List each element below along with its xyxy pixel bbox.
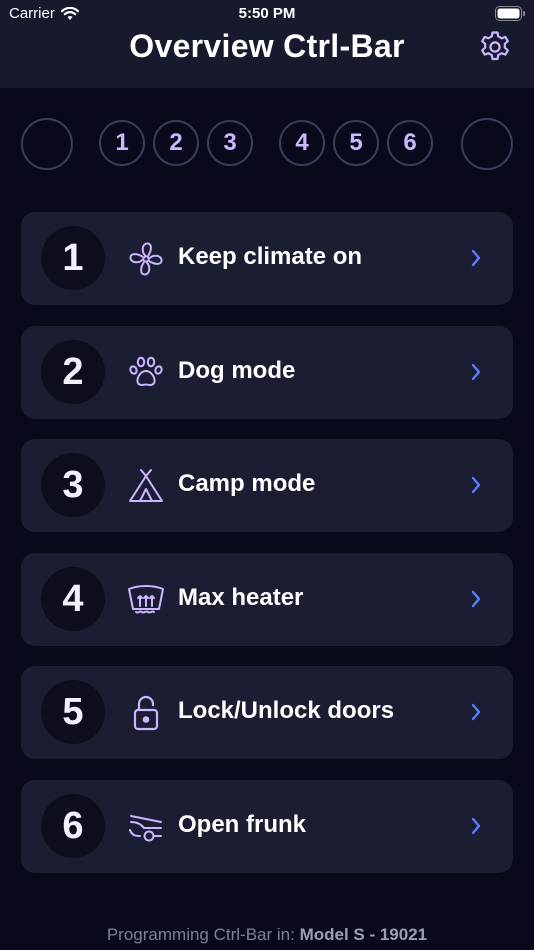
button-label: Dog mode <box>178 357 296 384</box>
button-label: Max heater <box>178 584 304 611</box>
page-title: Overview Ctrl-Bar <box>129 28 405 64</box>
chevron-right-icon <box>471 817 481 835</box>
button-label: Open frunk <box>178 811 307 838</box>
chevron-right-icon <box>471 249 481 267</box>
button-row-3[interactable]: 3 Camp mode <box>21 439 513 532</box>
chevron-right-icon <box>471 703 481 721</box>
chevron-right-icon <box>471 476 481 494</box>
navigation-header: Carrier 5:50 PM Overview Ctrl-Bar <box>0 0 534 88</box>
slot-2: 2 <box>153 120 199 166</box>
paw-icon <box>129 356 163 386</box>
button-number: 6 <box>41 794 105 858</box>
slot-empty-left <box>21 118 73 170</box>
button-label: Lock/Unlock doors <box>178 697 395 724</box>
button-label: Camp mode <box>178 470 316 497</box>
defrost-heater-icon <box>128 585 164 614</box>
button-number: 3 <box>41 453 105 517</box>
button-label: Keep climate on <box>178 243 363 270</box>
slot-5: 5 <box>333 120 379 166</box>
slot-6: 6 <box>387 120 433 166</box>
slot-3: 3 <box>207 120 253 166</box>
button-number: 4 <box>41 567 105 631</box>
frunk-icon <box>129 815 162 842</box>
status-bar: Carrier 5:50 PM <box>0 0 534 28</box>
chevron-right-icon <box>471 363 481 381</box>
button-number: 2 <box>41 340 105 404</box>
battery-icon <box>495 6 525 21</box>
footer-vehicle-info: Programming Ctrl-Bar in: Model S - 19021 <box>0 925 534 945</box>
button-number: 5 <box>41 680 105 744</box>
button-number: 1 <box>41 226 105 290</box>
fan-icon <box>129 242 163 276</box>
lock-icon <box>133 695 159 731</box>
chevron-right-icon <box>471 590 481 608</box>
slot-1: 1 <box>99 120 145 166</box>
button-row-4[interactable]: 4 Max heater <box>21 553 513 646</box>
gear-icon[interactable] <box>478 30 512 64</box>
button-row-1[interactable]: 1 Keep climate on <box>21 212 513 305</box>
button-row-5[interactable]: 5 Lock/Unlock doors <box>21 666 513 759</box>
footer-prefix: Programming Ctrl-Bar in: <box>106 925 295 944</box>
slot-empty-right <box>461 118 513 170</box>
footer-vehicle: Model S - 19021 <box>299 925 428 944</box>
tent-icon <box>129 469 163 502</box>
slot-4: 4 <box>279 120 325 166</box>
ctrl-bar-slot-row: 1 2 3 4 5 6 <box>0 118 534 172</box>
button-row-2[interactable]: 2 Dog mode <box>21 326 513 419</box>
status-time: 5:50 PM <box>238 5 296 22</box>
button-row-6[interactable]: 6 Open frunk <box>21 780 513 873</box>
